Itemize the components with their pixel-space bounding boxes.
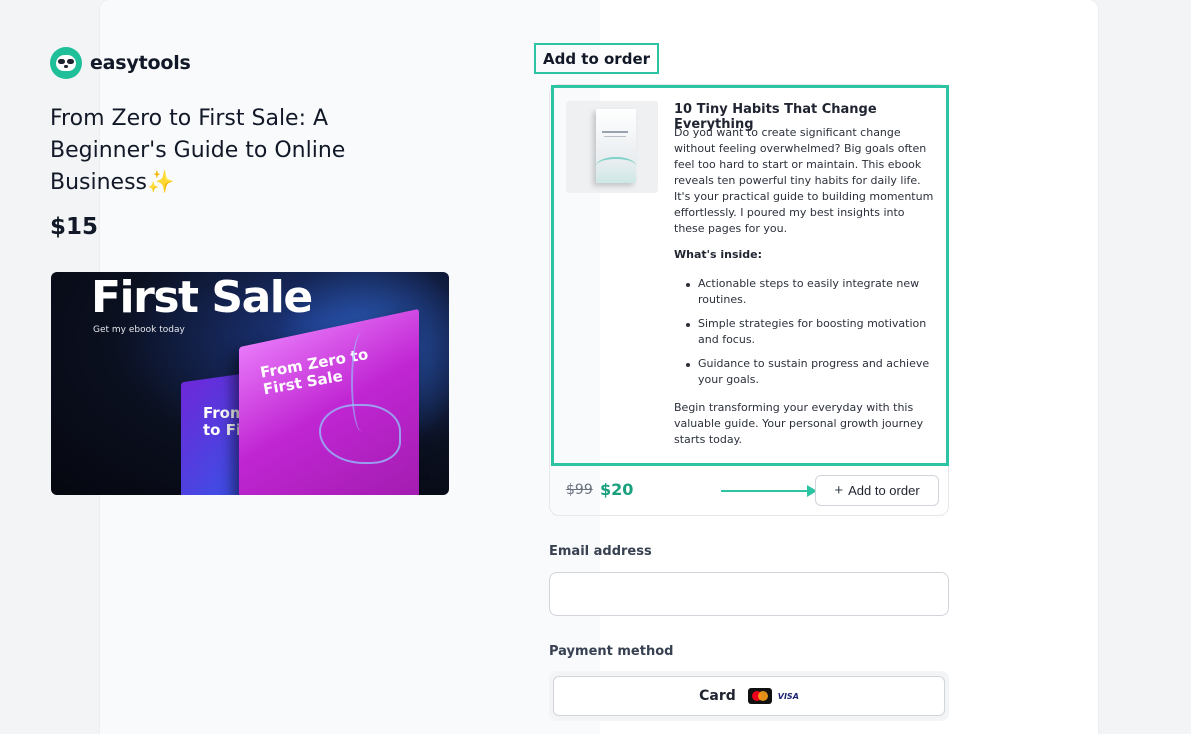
visa-icon: VISA xyxy=(777,691,799,701)
add-to-order-button-label: Add to order xyxy=(848,483,920,498)
brand: easytools xyxy=(50,47,191,79)
plus-icon: + xyxy=(834,482,844,499)
cover-subline: Get my ebook today xyxy=(93,325,185,335)
brand-name: easytools xyxy=(90,52,191,74)
payment-method-selector: Card VISA xyxy=(549,671,949,721)
product-cover-image: From Zero to First From Zero to First Sa… xyxy=(51,272,449,495)
order-bump-inside-list: Actionable steps to easily integrate new… xyxy=(674,276,936,396)
new-price: $20 xyxy=(600,480,634,499)
hand-line-illustration xyxy=(351,332,373,432)
list-item: Simple strategies for boosting motivatio… xyxy=(674,316,936,348)
list-item: Actionable steps to easily integrate new… xyxy=(674,276,936,308)
mastercard-icon xyxy=(747,688,772,704)
product-title: From Zero to First Sale: A Beginner's Gu… xyxy=(50,103,380,199)
email-field[interactable] xyxy=(549,572,949,616)
old-price: $99 xyxy=(566,482,593,498)
order-bump-closing: Begin transforming your everyday with th… xyxy=(674,401,924,446)
payment-method-label: Payment method xyxy=(549,644,674,659)
add-to-order-button[interactable]: + Add to order xyxy=(815,475,939,506)
sloth-logo-icon xyxy=(50,47,82,79)
cover-headline: First Sale xyxy=(91,272,313,323)
payment-option-label: Card xyxy=(699,688,736,704)
product-price: $15 xyxy=(50,214,99,240)
email-label: Email address xyxy=(549,544,652,559)
order-bump-card: 10 Tiny Habits That Change Everything Do… xyxy=(549,84,949,516)
payment-option-card[interactable]: Card VISA xyxy=(553,676,945,716)
list-item: Guidance to sustain progress and achieve… xyxy=(674,356,936,388)
sparkle-icon: ✨ xyxy=(147,170,175,195)
ebook-thumbnail xyxy=(566,101,658,193)
product-title-text: From Zero to First Sale: A Beginner's Gu… xyxy=(50,106,346,195)
add-to-order-heading: Add to order xyxy=(534,43,660,74)
arrow-right-icon xyxy=(721,485,817,497)
book-front-illustration xyxy=(239,308,419,495)
order-bump-inside-heading: What's inside: xyxy=(674,248,763,261)
order-bump-description: Do you want to create significant change… xyxy=(674,126,934,235)
